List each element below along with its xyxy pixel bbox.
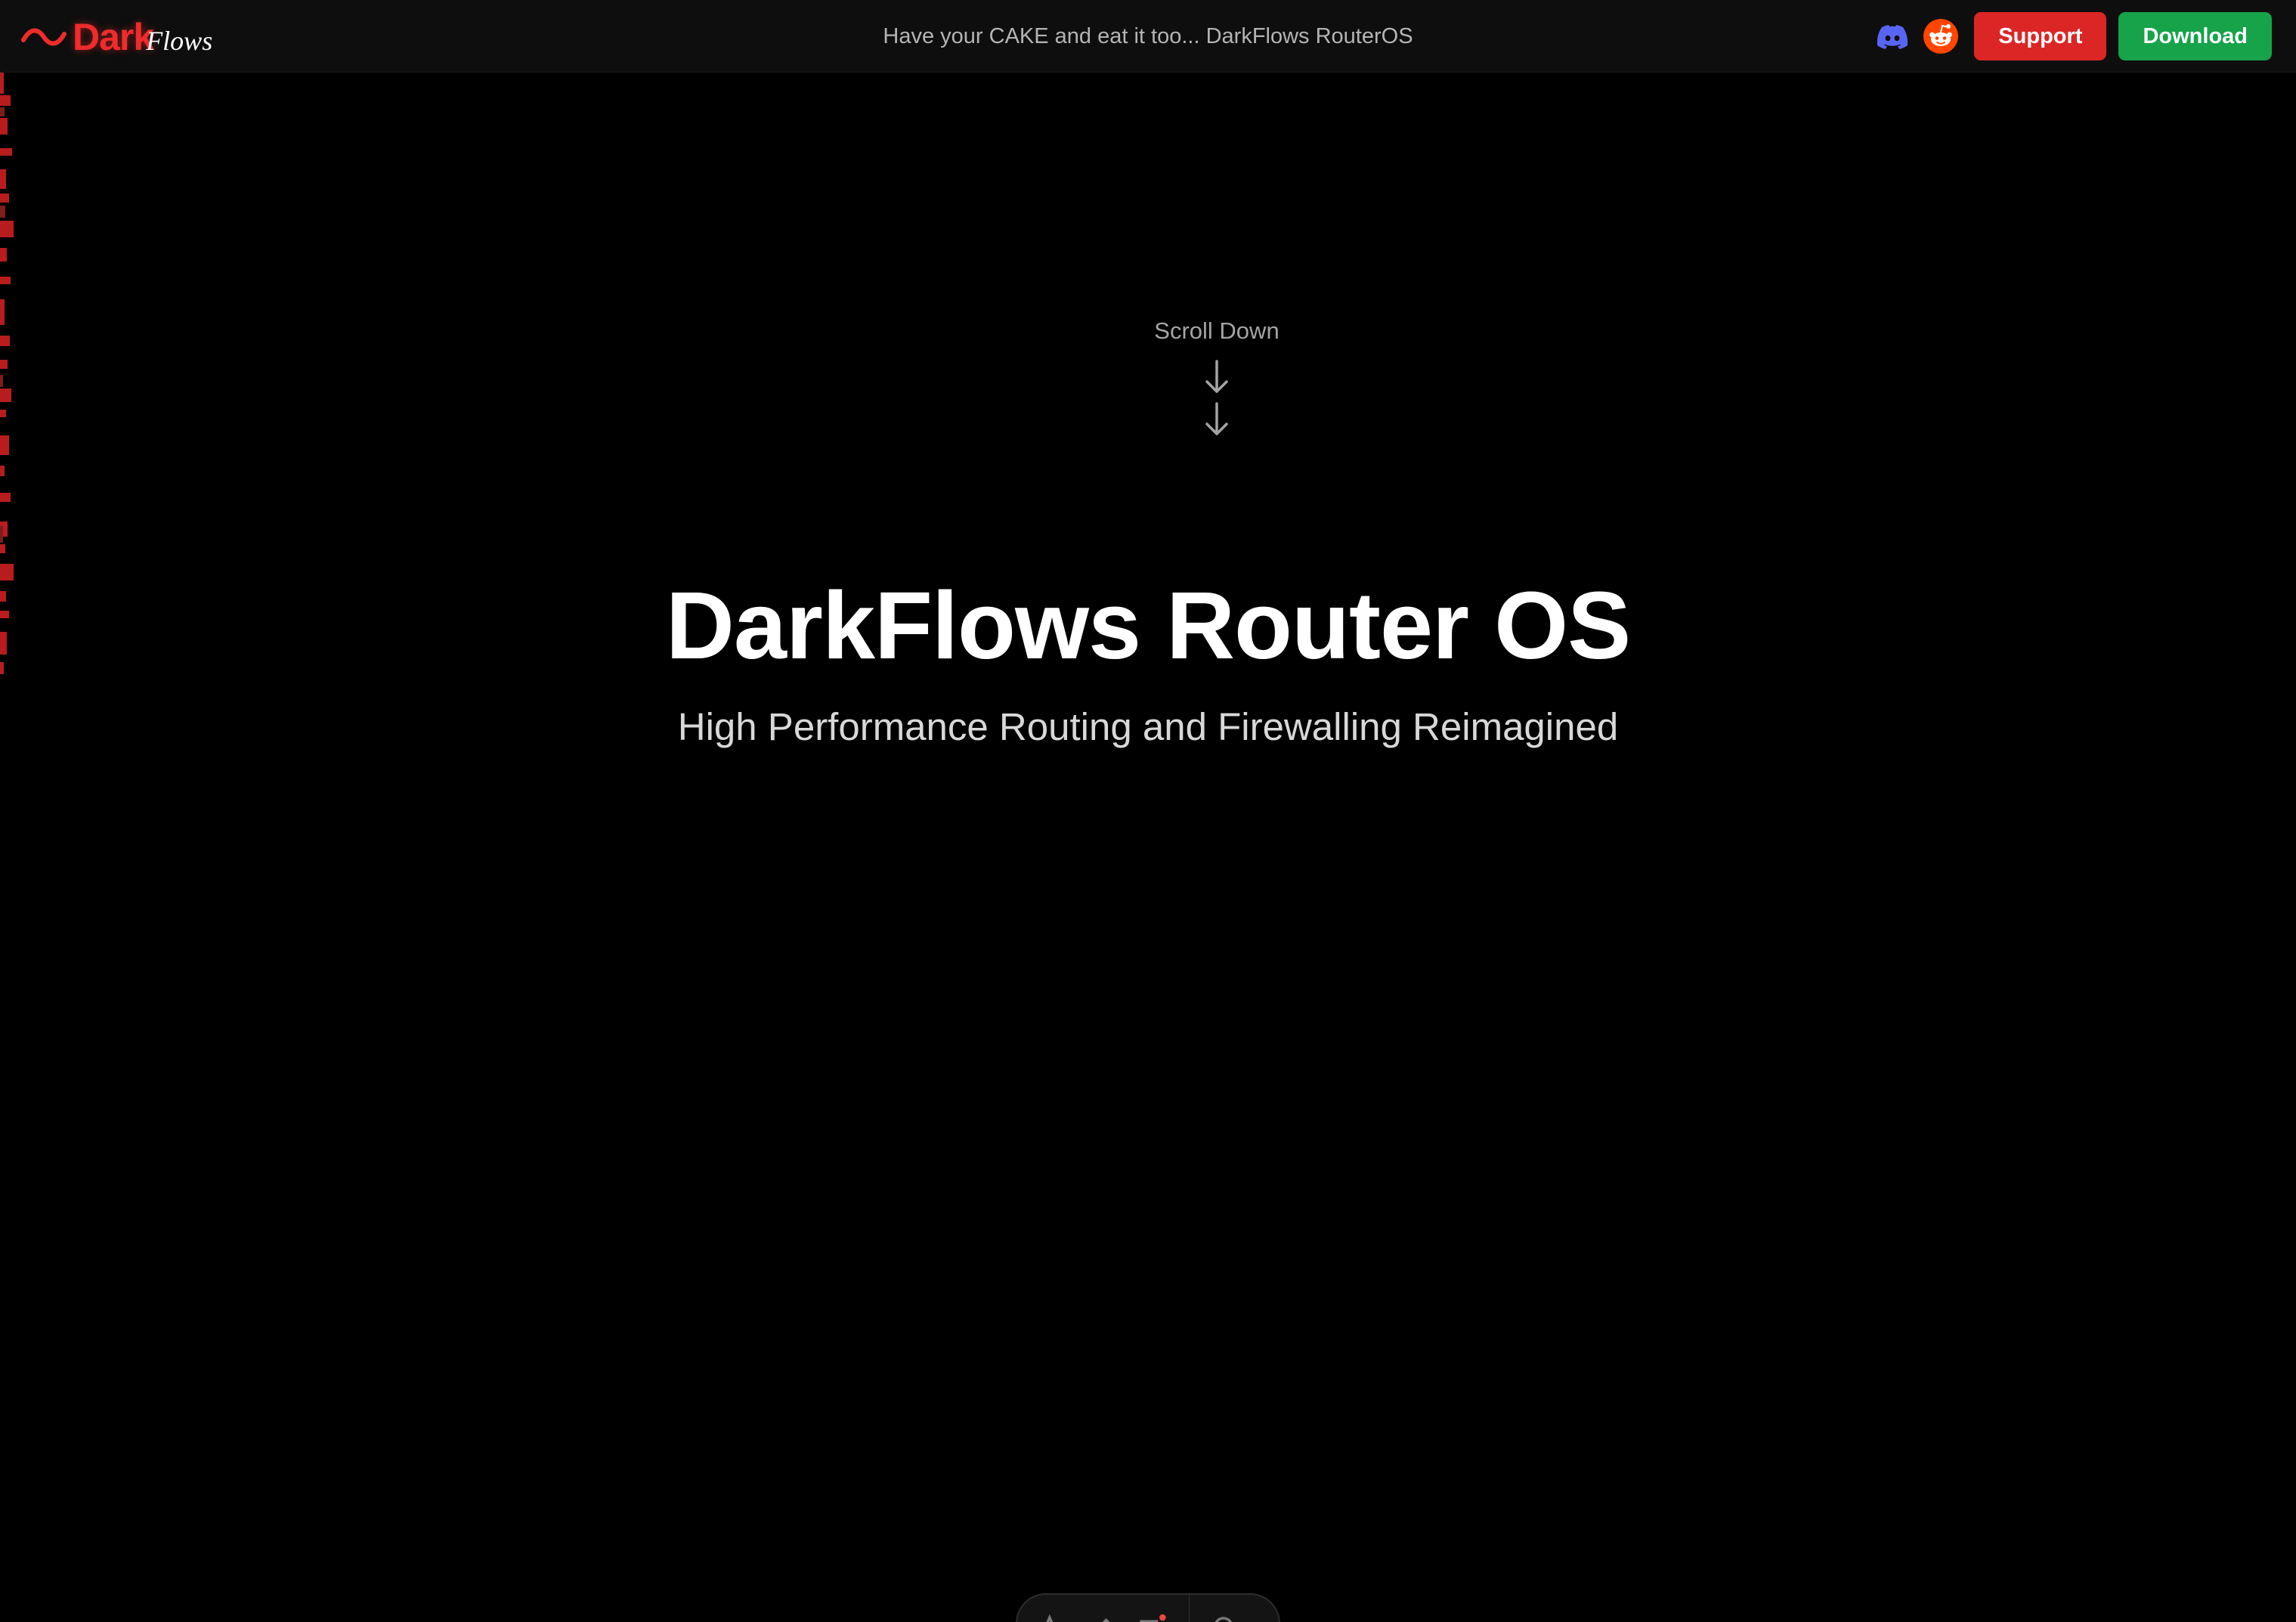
double-arrow-down-icon [1205, 360, 1228, 435]
floating-toolbar [1016, 1593, 1280, 1622]
brand-name-flows: Flows [146, 26, 213, 56]
top-navbar: Dark Flows Have your CAKE and eat it too… [0, 0, 2296, 73]
hero-subtitle: High Performance Routing and Firewalling… [677, 705, 1619, 748]
hero-title: DarkFlows Router OS [665, 572, 1631, 679]
download-button[interactable]: Download [2118, 12, 2272, 60]
list-tool-icon[interactable] [1137, 1610, 1166, 1622]
discord-icon[interactable] [1874, 18, 1911, 54]
nav-actions: Support Download [1874, 12, 2272, 60]
text-tool-icon[interactable] [1035, 1610, 1064, 1622]
brand-name-dark: Dark [73, 16, 154, 58]
reddit-icon[interactable] [1923, 18, 1959, 54]
brand-logo[interactable]: Dark Flows [21, 11, 212, 63]
draw-tool-icon[interactable] [1087, 1610, 1116, 1622]
scroll-down-label: Scroll Down [1154, 317, 1280, 344]
scroll-down-hint[interactable]: Scroll Down [1103, 317, 1330, 441]
wave-logo-icon [21, 28, 67, 46]
toolbar-divider [1188, 1595, 1190, 1622]
page: Dark Flows Have your CAKE and eat it too… [0, 0, 2296, 1622]
settings-icon[interactable] [1209, 1610, 1238, 1622]
support-button[interactable]: Support [1974, 12, 2107, 60]
